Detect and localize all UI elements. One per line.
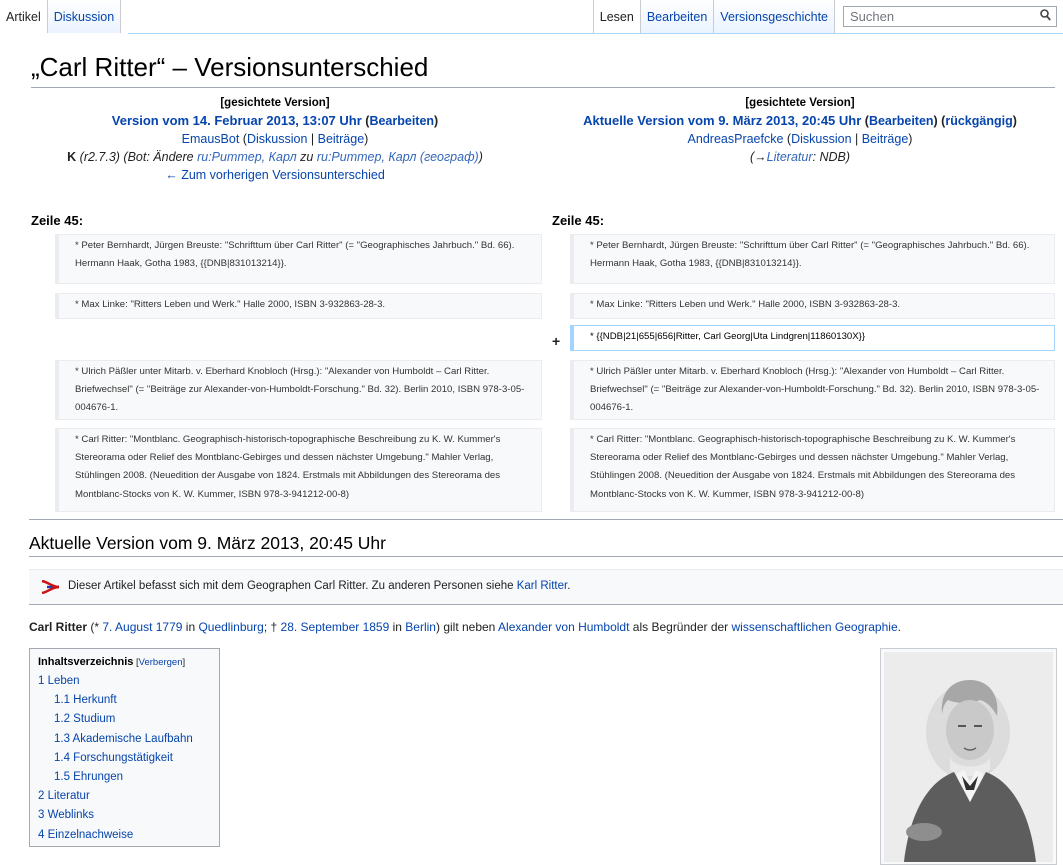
sighted-badge: [gesichtete Version] bbox=[220, 97, 330, 109]
search-placeholder: Suchen bbox=[850, 9, 895, 24]
toc-item[interactable]: 1.3 Akademische Laufbahn bbox=[38, 730, 211, 749]
sighted-badge: [gesichtete Version] bbox=[745, 97, 855, 109]
tab-label: Versionsgeschichte bbox=[720, 10, 828, 24]
diff-context-old: * Carl Ritter: "Montblanc. Geographisch-… bbox=[55, 428, 542, 512]
diff-header-old: [gesichtete Version] Version vom 14. Feb… bbox=[67, 97, 483, 182]
disambiguation-icon bbox=[38, 579, 60, 597]
humboldt-link[interactable]: Alexander von Humboldt bbox=[498, 620, 629, 634]
tab-label: Artikel bbox=[6, 10, 41, 24]
toc-item[interactable]: 1 Leben bbox=[38, 672, 211, 691]
hatnote-text: Dieser Artikel befasst sich mit dem Geog… bbox=[68, 580, 517, 592]
tab-bearbeiten[interactable]: Bearbeiten bbox=[640, 0, 715, 33]
toc-toggle-link[interactable]: Verbergen bbox=[139, 657, 183, 668]
karl-ritter-link[interactable]: Karl Ritter bbox=[517, 580, 568, 592]
diff-added-line: * {{NDB|21|655|656|Ritter, Carl Georg|Ut… bbox=[570, 325, 1055, 351]
tab-label: Bearbeiten bbox=[646, 10, 708, 24]
user-talk-link[interactable]: Diskussion bbox=[791, 132, 851, 146]
diff-context-new: * Max Linke: "Ritters Leben und Werk." H… bbox=[570, 293, 1055, 319]
user-contribs-link[interactable]: Beiträge bbox=[862, 132, 909, 146]
tab-label: Lesen bbox=[599, 10, 634, 24]
interwiki-link[interactable]: ru:Риттер, Карл (географ) bbox=[317, 150, 479, 164]
user-contribs-link[interactable]: Beiträge bbox=[318, 132, 365, 146]
table-of-contents: Inhaltsverzeichnis [Verbergen] 1 Leben 1.… bbox=[29, 648, 220, 847]
section-link[interactable]: Literatur bbox=[767, 150, 813, 164]
user-talk-link[interactable]: Diskussion bbox=[247, 132, 307, 146]
user-link[interactable]: EmausBot bbox=[182, 132, 240, 146]
birth-place-link[interactable]: Quedlinburg bbox=[198, 620, 263, 634]
diff-context-new: * Peter Bernhardt, Jürgen Breuste: "Schr… bbox=[570, 234, 1055, 284]
view-tabs: Lesen Bearbeiten Versionsgeschichte Such… bbox=[592, 0, 1063, 33]
toc-item[interactable]: 2 Literatur bbox=[38, 787, 211, 806]
portrait-image[interactable] bbox=[884, 652, 1053, 862]
toc-item[interactable]: 3 Weblinks bbox=[38, 806, 211, 825]
edit-old-link[interactable]: Bearbeiten bbox=[369, 114, 434, 128]
toc-title: Inhaltsverzeichnis bbox=[38, 656, 134, 668]
lead-paragraph: Carl Ritter (* 7. August 1779 in Quedlin… bbox=[29, 620, 901, 634]
diff-context-new: * Carl Ritter: "Montblanc. Geographisch-… bbox=[570, 428, 1055, 512]
toc-item[interactable]: 1.2 Studium bbox=[38, 710, 211, 729]
old-version-link[interactable]: Version vom 14. Februar 2013, 13:07 Uhr bbox=[112, 113, 362, 128]
diff-context-new: * Ulrich Päßler unter Mitarb. v. Eberhar… bbox=[570, 360, 1055, 420]
diff-added-marker: + bbox=[552, 333, 561, 349]
death-place-link[interactable]: Berlin bbox=[405, 620, 436, 634]
namespace-tabs: Artikel Diskussion bbox=[0, 0, 122, 33]
diff-context-old: * Ulrich Päßler unter Mitarb. v. Eberhar… bbox=[55, 360, 542, 420]
diff-context-old: * Max Linke: "Ritters Leben und Werk." H… bbox=[55, 293, 542, 319]
diff-divider bbox=[29, 519, 1063, 520]
article-subject: Carl Ritter bbox=[29, 620, 88, 634]
line-number-new: Zeile 45: bbox=[552, 213, 605, 228]
toc-item[interactable]: 4 Einzelnachweise bbox=[38, 826, 211, 845]
toc-item[interactable]: 1.4 Forschungstätigkeit bbox=[38, 749, 211, 768]
search-input[interactable]: Suchen bbox=[843, 6, 1057, 27]
interwiki-link[interactable]: ru:Риттер, Карл bbox=[197, 150, 297, 164]
toc-item[interactable]: 1.1 Herkunft bbox=[38, 691, 211, 710]
current-version-link[interactable]: Aktuelle Version vom 9. März 2013, 20:45… bbox=[583, 113, 861, 128]
user-link[interactable]: AndreasPraefcke bbox=[688, 132, 784, 146]
disambiguation-hatnote: Dieser Artikel befasst sich mit dem Geog… bbox=[29, 569, 1063, 605]
undo-link[interactable]: rückgängig bbox=[945, 114, 1012, 128]
page-title: „Carl Ritter“ – Versionsunterschied bbox=[31, 52, 429, 82]
minor-edit-flag: K bbox=[67, 150, 77, 164]
geography-link[interactable]: wissenschaftlichen Geographie bbox=[732, 620, 898, 634]
current-version-heading: Aktuelle Version vom 9. März 2013, 20:45… bbox=[29, 533, 386, 553]
search-icon[interactable] bbox=[1040, 9, 1051, 24]
heading-divider bbox=[29, 556, 1063, 557]
tab-lesen[interactable]: Lesen bbox=[592, 0, 641, 33]
tab-bar-divider bbox=[128, 33, 1063, 34]
toc-item[interactable]: 1.5 Ehrungen bbox=[38, 768, 211, 787]
tab-label: Diskussion bbox=[53, 10, 115, 24]
birth-date-link[interactable]: 7. August 1779 bbox=[102, 620, 182, 634]
death-date-link[interactable]: 28. September 1859 bbox=[281, 620, 390, 634]
diff-header-new: [gesichtete Version] Aktuelle Version vo… bbox=[583, 97, 1017, 164]
tab-artikel[interactable]: Artikel bbox=[0, 0, 48, 33]
line-number-old: Zeile 45: bbox=[31, 213, 84, 228]
toc-list: 1 Leben 1.1 Herkunft 1.2 Studium 1.3 Akadem… bbox=[38, 672, 211, 845]
previous-diff-link[interactable]: ← Zum vorherigen Versionsunterschied bbox=[165, 168, 385, 182]
portrait-thumbnail[interactable] bbox=[880, 648, 1057, 865]
edit-summary: (r2.7.3) (Bot: Ändere ru:Риттер, Карл zu… bbox=[79, 150, 483, 164]
tab-diskussion[interactable]: Diskussion bbox=[47, 0, 122, 33]
edit-summary: (→Literatur: NDB) bbox=[749, 150, 851, 164]
tab-versionsgeschichte[interactable]: Versionsgeschichte bbox=[714, 0, 835, 33]
edit-current-link[interactable]: Bearbeiten bbox=[869, 114, 934, 128]
diff-context-old: * Peter Bernhardt, Jürgen Breuste: "Schr… bbox=[55, 234, 542, 284]
title-divider bbox=[31, 87, 1055, 88]
